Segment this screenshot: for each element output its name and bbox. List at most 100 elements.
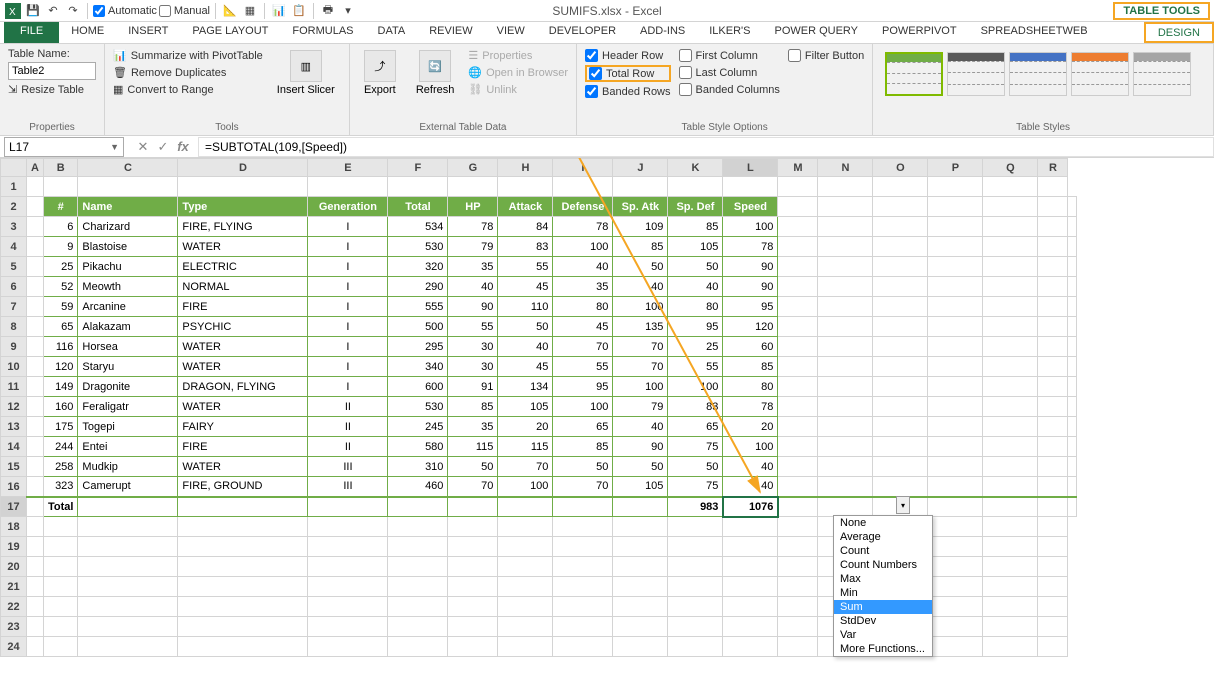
dropdown-option[interactable]: StdDev xyxy=(834,614,932,628)
cell[interactable]: 115 xyxy=(498,437,553,457)
col-header-J[interactable]: J xyxy=(613,159,668,177)
cell[interactable]: 530 xyxy=(388,397,448,417)
tab-insert[interactable]: INSERT xyxy=(116,22,180,43)
qat-icon-5[interactable]: 🖶 xyxy=(319,2,337,20)
table-header[interactable]: Generation xyxy=(308,197,388,217)
tab-view[interactable]: VIEW xyxy=(485,22,537,43)
row-header-14[interactable]: 14 xyxy=(1,437,27,457)
tab-powerquery[interactable]: POWER QUERY xyxy=(762,22,870,43)
summarize-pivot-button[interactable]: 📊 Summarize with PivotTable xyxy=(113,48,263,63)
cell[interactable]: 100 xyxy=(613,377,668,397)
cell[interactable]: II xyxy=(308,397,388,417)
cell[interactable]: 100 xyxy=(498,477,553,497)
tab-formulas[interactable]: FORMULAS xyxy=(280,22,365,43)
fx-icon[interactable]: fx xyxy=(174,139,192,154)
cancel-formula-icon[interactable]: ✕ xyxy=(134,139,152,155)
col-header-H[interactable]: H xyxy=(498,159,553,177)
col-header-D[interactable]: D xyxy=(178,159,308,177)
cell[interactable]: ELECTRIC xyxy=(178,257,308,277)
cell[interactable]: 323 xyxy=(43,477,77,497)
total-spdef[interactable]: 983 xyxy=(668,497,723,517)
cell[interactable]: 310 xyxy=(388,457,448,477)
cell[interactable]: 500 xyxy=(388,317,448,337)
cell[interactable]: 85 xyxy=(668,217,723,237)
tab-data[interactable]: DATA xyxy=(366,22,418,43)
cell[interactable]: 70 xyxy=(613,357,668,377)
cell[interactable]: 75 xyxy=(668,477,723,497)
tab-review[interactable]: REVIEW xyxy=(417,22,484,43)
row-header-2[interactable]: 2 xyxy=(1,197,27,217)
dropdown-option[interactable]: Count Numbers xyxy=(834,558,932,572)
remove-duplicates-button[interactable]: 🗑 Remove Duplicates xyxy=(113,65,263,80)
cell[interactable]: 50 xyxy=(553,457,613,477)
dropdown-option[interactable]: More Functions... xyxy=(834,642,932,656)
cell[interactable]: 55 xyxy=(498,257,553,277)
cell[interactable]: 25 xyxy=(43,257,77,277)
table-header[interactable]: Type xyxy=(178,197,308,217)
dropdown-option[interactable]: Var xyxy=(834,628,932,642)
dropdown-option[interactable]: Max xyxy=(834,572,932,586)
cell[interactable]: III xyxy=(308,457,388,477)
cell[interactable]: 20 xyxy=(723,417,778,437)
cell[interactable]: 60 xyxy=(723,337,778,357)
row-header-1[interactable]: 1 xyxy=(1,177,27,197)
cell[interactable]: 534 xyxy=(388,217,448,237)
col-header-A[interactable]: A xyxy=(27,159,44,177)
name-box[interactable]: L17▼ xyxy=(4,137,124,157)
cell[interactable]: 258 xyxy=(43,457,77,477)
cell[interactable]: 530 xyxy=(388,237,448,257)
cell[interactable]: 30 xyxy=(448,357,498,377)
cell[interactable]: 90 xyxy=(723,277,778,297)
cell[interactable]: 78 xyxy=(723,397,778,417)
cell[interactable]: Arcanine xyxy=(78,297,178,317)
cell[interactable]: 100 xyxy=(668,377,723,397)
cell[interactable]: 79 xyxy=(448,237,498,257)
col-header-G[interactable]: G xyxy=(448,159,498,177)
refresh-button[interactable]: 🔄Refresh xyxy=(410,48,461,98)
formula-input[interactable] xyxy=(198,137,1214,157)
cell[interactable]: 65 xyxy=(668,417,723,437)
cell[interactable]: 52 xyxy=(43,277,77,297)
cell[interactable]: I xyxy=(308,297,388,317)
filter-button-check[interactable]: Filter Button xyxy=(788,48,864,63)
table-header[interactable]: # xyxy=(43,197,77,217)
col-header-K[interactable]: K xyxy=(668,159,723,177)
dropdown-option[interactable]: None xyxy=(834,516,932,530)
redo-icon[interactable]: ↷ xyxy=(64,2,82,20)
cell[interactable]: 134 xyxy=(498,377,553,397)
accept-formula-icon[interactable]: ✓ xyxy=(154,139,172,155)
cell[interactable]: FIRE, FLYING xyxy=(178,217,308,237)
cell[interactable]: I xyxy=(308,317,388,337)
save-icon[interactable]: 💾 xyxy=(24,2,42,20)
cell[interactable]: 580 xyxy=(388,437,448,457)
cell[interactable]: 50 xyxy=(613,457,668,477)
excel-icon[interactable]: X xyxy=(4,2,22,20)
cell[interactable]: 35 xyxy=(448,417,498,437)
cell[interactable]: WATER xyxy=(178,357,308,377)
cell[interactable]: WATER xyxy=(178,457,308,477)
cell[interactable]: 290 xyxy=(388,277,448,297)
cell[interactable]: I xyxy=(308,217,388,237)
table-header[interactable]: Speed xyxy=(723,197,778,217)
last-column-check[interactable]: Last Column xyxy=(679,65,780,80)
col-header-L[interactable]: L xyxy=(723,159,778,177)
row-header-13[interactable]: 13 xyxy=(1,417,27,437)
row-header-15[interactable]: 15 xyxy=(1,457,27,477)
cell[interactable]: 244 xyxy=(43,437,77,457)
banded-columns-check[interactable]: Banded Columns xyxy=(679,82,780,97)
cell[interactable]: 80 xyxy=(723,377,778,397)
cell[interactable]: 91 xyxy=(448,377,498,397)
worksheet-grid[interactable]: ABCDEFGHIJKLMNOPQR12#NameTypeGenerationT… xyxy=(0,158,1214,692)
row-header-18[interactable]: 18 xyxy=(1,517,27,537)
row-header-19[interactable]: 19 xyxy=(1,537,27,557)
cell[interactable]: 75 xyxy=(668,437,723,457)
cell[interactable]: NORMAL xyxy=(178,277,308,297)
cell[interactable]: 100 xyxy=(723,217,778,237)
cell[interactable]: 45 xyxy=(498,277,553,297)
cell[interactable]: DRAGON, FLYING xyxy=(178,377,308,397)
calc-automatic-check[interactable]: Automatic xyxy=(93,5,157,17)
cell[interactable]: 84 xyxy=(498,217,553,237)
cell[interactable]: Pikachu xyxy=(78,257,178,277)
row-header-6[interactable]: 6 xyxy=(1,277,27,297)
cell[interactable]: 70 xyxy=(613,337,668,357)
